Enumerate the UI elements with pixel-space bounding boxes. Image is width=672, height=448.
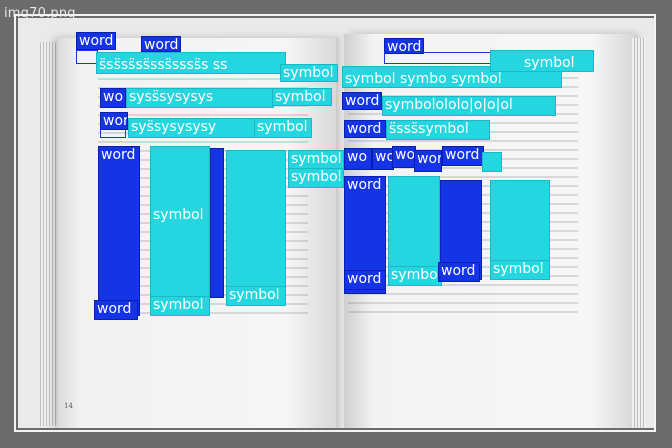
- word-box: wo: [344, 148, 372, 170]
- word-box: [76, 50, 98, 64]
- symbol-box: symbol: [280, 64, 338, 82]
- symbol-box: [226, 150, 286, 306]
- symbol-box: symbol: [254, 118, 312, 138]
- symbol-box: sys̈sysysysy: [128, 118, 256, 138]
- symbol-box: syss̈sysysys: [126, 88, 274, 108]
- symbol-box: symbol: [288, 168, 344, 188]
- word-box: word: [98, 146, 140, 316]
- word-box: wo: [372, 148, 394, 170]
- symbol-box: symbol: [490, 260, 550, 280]
- word-box: word: [344, 120, 386, 138]
- symbol-box: symbol: [150, 296, 210, 316]
- word-box: [100, 128, 126, 138]
- word-box: wo: [100, 88, 126, 108]
- word-box: [210, 148, 224, 298]
- word-box: wor: [414, 150, 442, 172]
- word-box: word: [438, 262, 480, 282]
- symbol-box: s̈ss̈ss̈ss̈sss̈ssss̈s ss: [96, 52, 286, 74]
- word-box: word: [442, 146, 484, 166]
- word-box: word: [94, 300, 138, 320]
- word-box: [384, 52, 492, 64]
- image-viewer: img70.png 14 word word s̈ss̈ss̈ss̈sss̈ss…: [0, 0, 672, 448]
- symbol-box: symbol: [150, 146, 210, 316]
- word-box: wo: [392, 146, 416, 168]
- word-box: word: [344, 270, 386, 290]
- symbol-box: [482, 152, 502, 172]
- word-box: word: [342, 92, 382, 110]
- symbol-box: symbol: [388, 266, 442, 286]
- symbol-box: s̈sss̈symbol: [386, 120, 490, 140]
- symbol-box: symbol: [226, 286, 286, 306]
- symbol-box: symbolololo|o|o|ol: [382, 96, 556, 116]
- symbol-box: symbol: [490, 50, 594, 72]
- symbol-box: symbol: [272, 88, 332, 106]
- symbol-box: symbol: [288, 150, 344, 170]
- word-box: word: [141, 36, 181, 52]
- word-box: word: [76, 32, 116, 50]
